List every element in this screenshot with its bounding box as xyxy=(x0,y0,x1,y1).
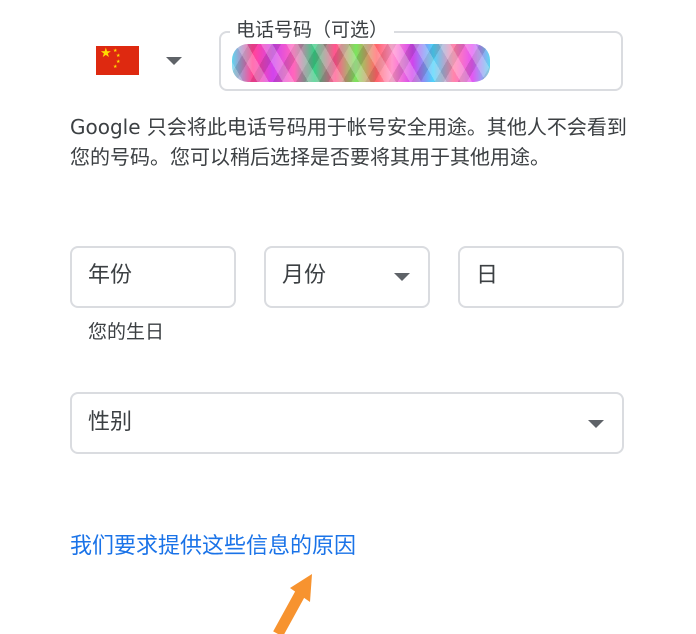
birth-year-input[interactable]: 年份 xyxy=(70,246,236,308)
gender-placeholder: 性别 xyxy=(88,410,133,435)
phone-number-redacted xyxy=(232,44,490,82)
chevron-down-icon xyxy=(588,420,604,428)
chevron-down-icon xyxy=(394,273,410,281)
china-flag-icon: ★ ★ ★ ★ ★ xyxy=(96,46,139,75)
birth-day-placeholder: 日 xyxy=(476,263,499,288)
phone-field-label: 电话号码（可选） xyxy=(230,18,395,42)
why-we-ask-link[interactable]: 我们要求提供这些信息的原因 xyxy=(70,531,356,563)
annotation-arrow-icon xyxy=(273,574,312,634)
phone-help-text: Google 只会将此电话号码用于帐号安全用途。其他人不会看到您的号码。您可以稍… xyxy=(70,115,627,169)
birth-year-placeholder: 年份 xyxy=(88,263,133,288)
birth-month-placeholder: 月份 xyxy=(282,263,327,288)
country-code-picker[interactable]: ★ ★ ★ ★ ★ xyxy=(96,44,192,78)
birthday-caption: 您的生日 xyxy=(88,321,165,343)
signup-form: ★ ★ ★ ★ ★ 电话号码（可选） Google 只会将此电话号码用于帐号安全… xyxy=(0,0,696,634)
birth-month-select[interactable]: 月份 xyxy=(264,246,430,308)
chevron-down-icon xyxy=(166,57,182,65)
gender-select[interactable]: 性别 xyxy=(70,392,624,454)
birth-day-input[interactable]: 日 xyxy=(458,246,624,308)
